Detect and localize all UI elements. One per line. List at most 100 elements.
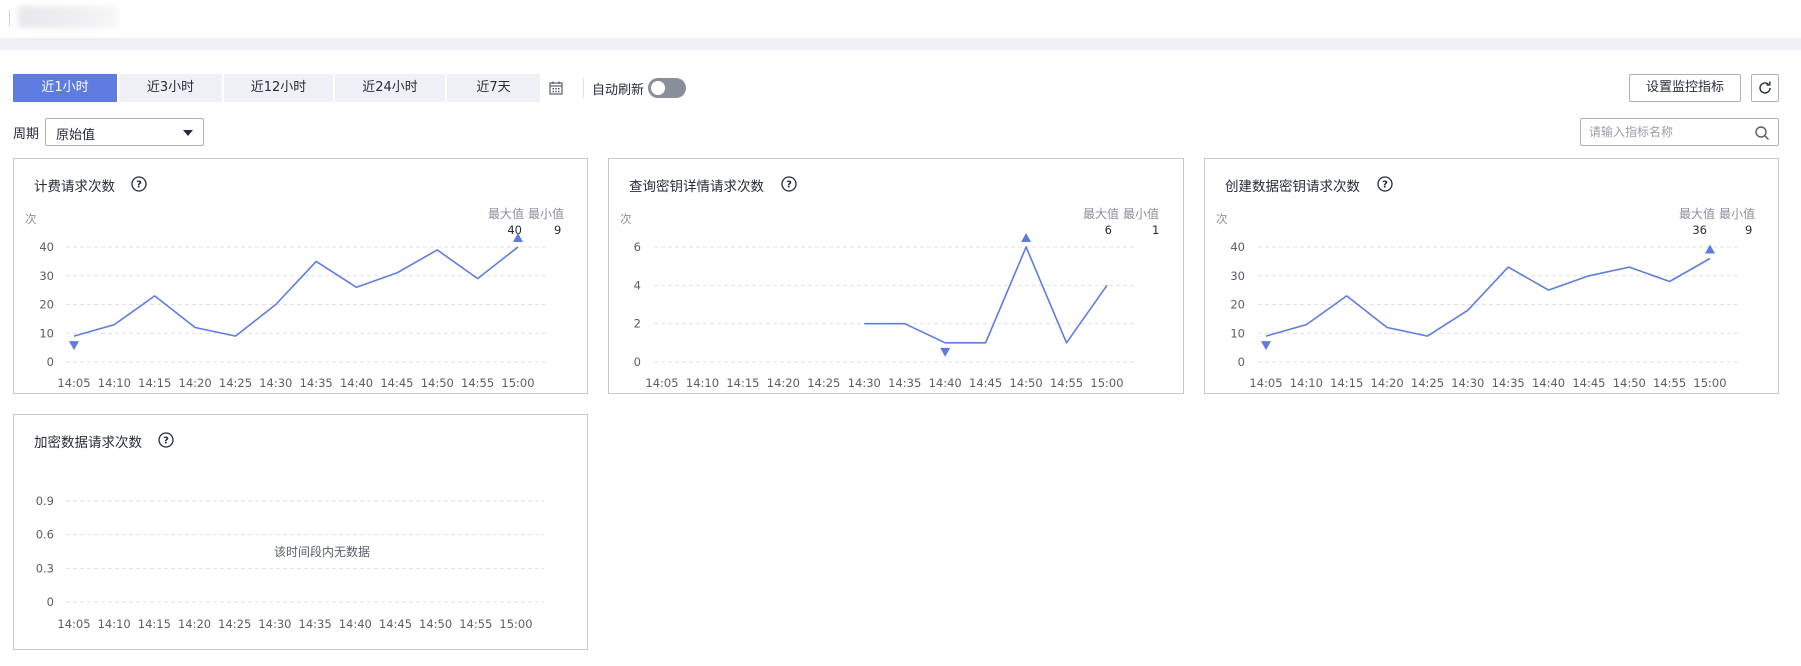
period-label: 周期	[13, 127, 40, 142]
series-line	[1265, 257, 1711, 337]
time-range-tabs: 近1小时 近3小时 近12小时 近24小时 近7天	[13, 74, 542, 102]
search-icon[interactable]	[1754, 125, 1770, 141]
x-tick-label: 14:55	[1050, 376, 1083, 390]
x-tick-label: 15:00	[1693, 376, 1726, 390]
toggle-knob	[651, 81, 665, 95]
min-marker	[1261, 341, 1271, 351]
x-tick-label: 14:25	[218, 617, 251, 631]
x-tick-label: 14:55	[1653, 376, 1686, 390]
max-marker	[1021, 233, 1032, 242]
chart-card-create-datakey-requests: 创建数据密钥请求次数 ? 次 最大值 最小值 36 9 0 10 20 30 40 14:…	[1204, 158, 1779, 394]
y-tick-label: 2	[634, 317, 641, 331]
chart-card-describe-key-requests: 查询密钥详情请求次数 ? 次 最大值 最小值 6 1 0 2 4 6 14:05 14:1…	[608, 158, 1184, 394]
x-tick-label: 14:15	[1330, 376, 1363, 390]
x-tick-label: 14:55	[461, 376, 494, 390]
x-tick-label: 14:20	[1371, 376, 1404, 390]
y-tick-label: 0	[47, 595, 54, 609]
tab-12h[interactable]: 近12小时	[224, 74, 333, 102]
chart-card-encrypt-data-requests: 加密数据请求次数 ? 该时间段内无数据 0 0.3 0.6 0.9 14:05 14:10…	[13, 414, 588, 650]
tab-1h[interactable]: 近1小时	[13, 74, 117, 102]
x-tick-label: 14:45	[380, 376, 413, 390]
chevron-down-icon	[183, 130, 193, 136]
y-tick-label: 40	[1230, 240, 1245, 254]
top-bar	[0, 0, 1801, 36]
x-tick-label: 14:40	[1532, 376, 1565, 390]
y-tick-label: 0	[47, 355, 54, 369]
line-chart: 0 0.3 0.6 0.9 14:05 14:10 14:15 14:20 14:25 14:30…	[36, 494, 544, 631]
x-tick-label: 14:10	[686, 376, 719, 390]
x-tick-label: 15:00	[501, 376, 534, 390]
x-tick-label: 14:30	[848, 376, 881, 390]
x-tick-label: 14:25	[219, 376, 252, 390]
x-tick-label: 14:20	[179, 376, 212, 390]
x-tick-label: 14:05	[645, 376, 678, 390]
line-chart: 0 10 20 30 40 14:05 14:10 14:15 14:20 14:25 14:30 1…	[1230, 240, 1738, 390]
series-line	[864, 246, 1108, 344]
x-tick-label: 14:10	[98, 376, 131, 390]
x-tick-label: 14:10	[98, 617, 131, 631]
x-tick-label: 15:00	[499, 617, 532, 631]
x-tick-label: 14:35	[1492, 376, 1525, 390]
x-tick-label: 14:50	[421, 376, 454, 390]
x-tick-label: 14:15	[726, 376, 759, 390]
x-tick-label: 15:00	[1090, 376, 1123, 390]
y-tick-label: 20	[1230, 298, 1245, 312]
x-tick-label: 14:50	[1613, 376, 1646, 390]
x-tick-label: 14:20	[178, 617, 211, 631]
header-divider	[9, 10, 10, 26]
x-tick-label: 14:30	[259, 376, 292, 390]
x-tick-label: 14:50	[1010, 376, 1043, 390]
x-tick-label: 14:15	[138, 376, 171, 390]
y-tick-label: 40	[39, 240, 54, 254]
line-chart: 0 2 4 6 14:05 14:10 14:15 14:20 14:25 14:30 14:35 1…	[634, 233, 1135, 390]
period-value: 原始值	[56, 128, 96, 143]
x-tick-label: 14:15	[138, 617, 171, 631]
x-tick-label: 14:05	[57, 376, 90, 390]
tab-3h[interactable]: 近3小时	[119, 74, 222, 102]
refresh-icon	[1759, 81, 1771, 94]
y-tick-label: 0.9	[36, 494, 54, 508]
y-tick-label: 0	[1238, 355, 1245, 369]
min-marker	[69, 341, 79, 351]
x-tick-label: 14:30	[1451, 376, 1484, 390]
auto-refresh-label: 自动刷新	[592, 83, 645, 98]
x-tick-label: 14:05	[1249, 376, 1282, 390]
x-tick-label: 14:50	[419, 617, 452, 631]
max-marker	[513, 233, 523, 242]
refresh-button[interactable]	[1751, 74, 1779, 102]
chart-card-billing-requests: 计费请求次数 ? 次 最大值 最小值 40 9 0 10 20 30 40 14:05 14…	[13, 158, 588, 394]
line-chart: 0 10 20 30 40 14:05 14:10 14:15 14:20 14:25 14:30 1…	[39, 233, 546, 390]
min-marker	[940, 347, 951, 357]
page-title	[18, 6, 118, 28]
x-tick-label: 14:35	[299, 617, 332, 631]
auto-refresh-toggle[interactable]	[648, 78, 686, 98]
y-tick-label: 10	[39, 326, 54, 340]
period-select[interactable]: 原始值	[45, 118, 204, 146]
y-tick-label: 0.6	[36, 528, 54, 542]
series-line	[73, 246, 519, 337]
x-tick-label: 14:45	[379, 617, 412, 631]
y-tick-label: 6	[634, 240, 641, 254]
x-tick-label: 14:45	[969, 376, 1002, 390]
y-tick-label: 20	[39, 298, 54, 312]
x-tick-label: 14:30	[258, 617, 291, 631]
header-band	[0, 38, 1801, 50]
max-marker	[1705, 244, 1715, 254]
tab-24h[interactable]: 近24小时	[335, 74, 445, 102]
tab-7d[interactable]: 近7天	[447, 74, 540, 102]
y-tick-label: 0.3	[36, 561, 54, 575]
x-tick-label: 14:25	[1411, 376, 1444, 390]
y-tick-label: 4	[634, 278, 641, 292]
x-tick-label: 14:35	[888, 376, 921, 390]
set-metrics-button[interactable]: 设置监控指标	[1629, 74, 1741, 102]
x-tick-label: 14:40	[339, 617, 372, 631]
y-tick-label: 30	[1230, 269, 1245, 283]
x-tick-label: 14:45	[1572, 376, 1605, 390]
x-tick-label: 14:40	[340, 376, 373, 390]
metric-search	[1580, 118, 1779, 146]
x-tick-label: 14:10	[1290, 376, 1323, 390]
x-tick-label: 14:55	[459, 617, 492, 631]
calendar-icon[interactable]	[548, 80, 564, 96]
x-tick-label: 14:35	[300, 376, 333, 390]
search-input[interactable]	[1589, 122, 1739, 142]
